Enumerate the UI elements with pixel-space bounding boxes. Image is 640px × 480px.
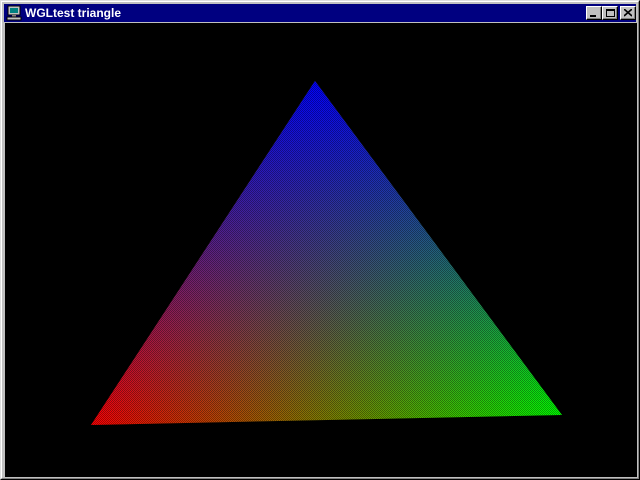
render-surface <box>91 81 562 425</box>
computer-icon[interactable] <box>6 5 22 21</box>
shaded-triangle <box>91 81 562 425</box>
minimize-button[interactable] <box>586 6 602 20</box>
window-title: WGLtest triangle <box>25 6 122 20</box>
maximize-icon <box>606 9 615 17</box>
app-window: WGLtest triangle <box>0 0 640 480</box>
minimize-icon <box>590 15 596 17</box>
maximize-button[interactable] <box>602 6 618 20</box>
gl-canvas[interactable] <box>5 23 637 477</box>
close-button[interactable] <box>620 6 636 20</box>
close-icon <box>624 9 632 17</box>
title-bar[interactable]: WGLtest triangle <box>4 4 636 22</box>
